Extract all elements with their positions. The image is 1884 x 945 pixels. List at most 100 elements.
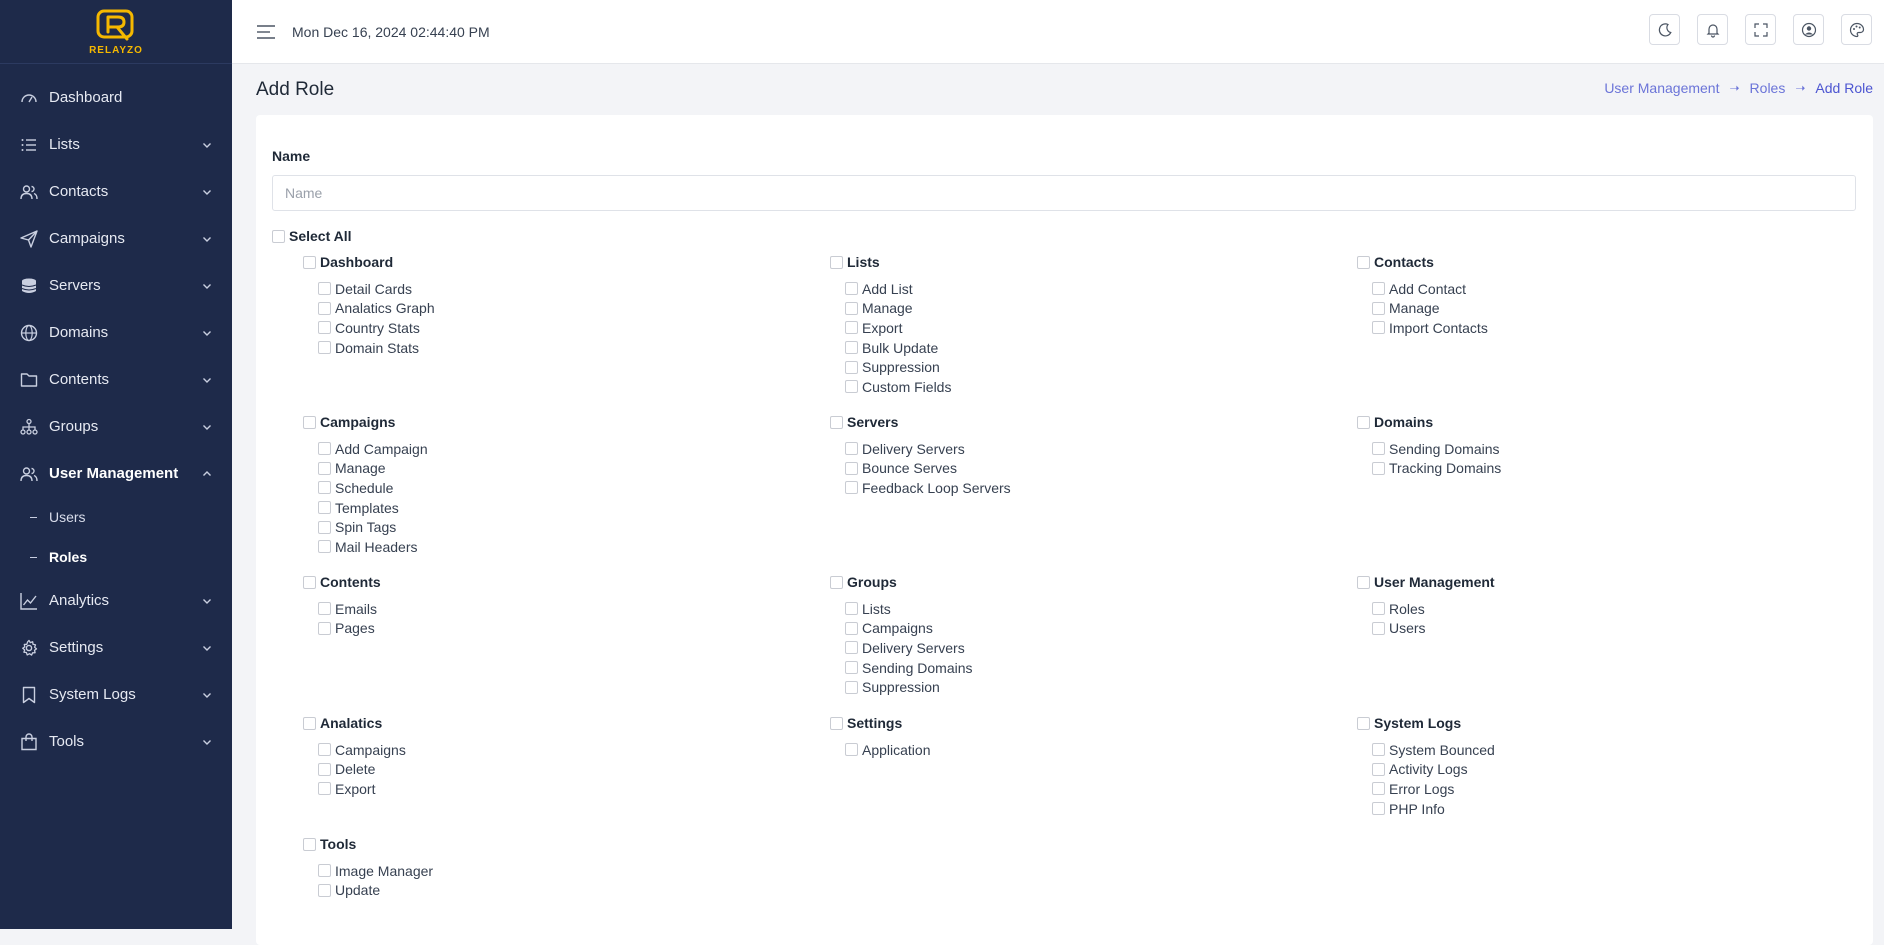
permission-item[interactable]: Image Manager xyxy=(318,861,773,881)
group-checkbox-domains[interactable] xyxy=(1357,415,1370,429)
permission-item[interactable]: Roles xyxy=(1372,599,1827,619)
permission-item[interactable]: Users xyxy=(1372,619,1827,639)
permission-checkbox[interactable] xyxy=(318,782,331,796)
permission-item[interactable]: Sending Domains xyxy=(1372,439,1827,459)
permission-item[interactable]: Country Stats xyxy=(318,318,773,338)
hamburger-menu-icon[interactable] xyxy=(257,24,275,39)
sidebar-item-domains[interactable]: Domains xyxy=(0,309,232,356)
permission-checkbox[interactable] xyxy=(318,621,331,635)
permission-group-header[interactable]: Campaigns xyxy=(303,412,773,432)
permission-group-header[interactable]: Tools xyxy=(303,834,773,854)
select-all[interactable]: Select All xyxy=(272,228,352,244)
permission-item[interactable]: Delivery Servers xyxy=(845,638,1300,658)
permission-checkbox[interactable] xyxy=(318,501,331,515)
select-all-checkbox[interactable] xyxy=(272,229,285,243)
permission-checkbox[interactable] xyxy=(318,321,331,335)
sidebar-item-servers[interactable]: Servers xyxy=(0,262,232,309)
permission-group-header[interactable]: Settings xyxy=(830,713,1300,733)
permission-checkbox[interactable] xyxy=(318,341,331,355)
permission-item[interactable]: Manage xyxy=(1372,299,1827,319)
group-checkbox-groups[interactable] xyxy=(830,575,843,589)
permission-checkbox[interactable] xyxy=(318,864,331,878)
permission-checkbox[interactable] xyxy=(318,442,331,456)
permission-item[interactable]: Templates xyxy=(318,498,773,518)
group-checkbox-contents[interactable] xyxy=(303,575,316,589)
sidebar-item-contents[interactable]: Contents xyxy=(0,356,232,403)
permission-group-header[interactable]: Domains xyxy=(1357,412,1827,432)
sidebar-item-analytics[interactable]: Analytics xyxy=(0,577,232,624)
permission-checkbox[interactable] xyxy=(1372,802,1385,816)
sidebar-item-user-management[interactable]: User Management xyxy=(0,450,232,497)
permission-checkbox[interactable] xyxy=(1372,442,1385,456)
permission-checkbox[interactable] xyxy=(845,621,858,635)
permission-checkbox[interactable] xyxy=(1372,743,1385,757)
permission-item[interactable]: Update xyxy=(318,881,773,901)
permission-item[interactable]: Delete xyxy=(318,760,773,780)
sidebar-item-contacts[interactable]: Contacts xyxy=(0,168,232,215)
permission-item[interactable]: Detail Cards xyxy=(318,279,773,299)
permission-item[interactable]: Export xyxy=(845,318,1300,338)
permission-checkbox[interactable] xyxy=(318,282,331,296)
group-checkbox-lists[interactable] xyxy=(830,255,843,269)
permission-item[interactable]: Lists xyxy=(845,599,1300,619)
permission-group-header[interactable]: Servers xyxy=(830,412,1300,432)
sidebar-subitem-users[interactable]: Users xyxy=(0,497,232,537)
permission-item[interactable]: Schedule xyxy=(318,478,773,498)
theme-customizer-button[interactable] xyxy=(1841,14,1872,45)
group-checkbox-system-logs[interactable] xyxy=(1357,716,1370,730)
permission-group-header[interactable]: User Management xyxy=(1357,572,1827,592)
permission-item[interactable]: Add Contact xyxy=(1372,279,1827,299)
dark-mode-button[interactable] xyxy=(1649,14,1680,45)
breadcrumb-user-management[interactable]: User Management xyxy=(1604,80,1719,96)
permission-item[interactable]: Custom Fields xyxy=(845,377,1300,397)
permission-checkbox[interactable] xyxy=(318,602,331,616)
permission-item[interactable]: Manage xyxy=(318,459,773,479)
permission-checkbox[interactable] xyxy=(318,301,331,315)
permission-item[interactable]: Campaigns xyxy=(845,619,1300,639)
sidebar-item-settings[interactable]: Settings xyxy=(0,624,232,671)
permission-checkbox[interactable] xyxy=(845,282,858,296)
group-checkbox-servers[interactable] xyxy=(830,415,843,429)
sidebar-item-dashboard[interactable]: Dashboard xyxy=(0,74,232,121)
permission-item[interactable]: System Bounced xyxy=(1372,740,1827,760)
permission-checkbox[interactable] xyxy=(318,883,331,897)
brand[interactable]: RELAYZO xyxy=(0,0,232,64)
permission-item[interactable]: Tracking Domains xyxy=(1372,459,1827,479)
sidebar-item-tools[interactable]: Tools xyxy=(0,718,232,765)
permission-item[interactable]: Pages xyxy=(318,619,773,639)
permission-checkbox[interactable] xyxy=(1372,282,1385,296)
permission-item[interactable]: Suppression xyxy=(845,677,1300,697)
sidebar-item-lists[interactable]: Lists xyxy=(0,121,232,168)
permission-item[interactable]: Export xyxy=(318,779,773,799)
permission-checkbox[interactable] xyxy=(318,520,331,534)
permission-item[interactable]: Error Logs xyxy=(1372,779,1827,799)
permission-checkbox[interactable] xyxy=(845,301,858,315)
permission-item[interactable]: Manage xyxy=(845,299,1300,319)
group-checkbox-user-management[interactable] xyxy=(1357,575,1370,589)
permission-checkbox[interactable] xyxy=(845,680,858,694)
permission-item[interactable]: Feedback Loop Servers xyxy=(845,478,1300,498)
permission-checkbox[interactable] xyxy=(1372,762,1385,776)
group-checkbox-tools[interactable] xyxy=(303,837,316,851)
permission-item[interactable]: Add Campaign xyxy=(318,439,773,459)
permission-item[interactable]: Mail Headers xyxy=(318,537,773,557)
permission-checkbox[interactable] xyxy=(318,461,331,475)
sidebar-item-system-logs[interactable]: System Logs xyxy=(0,671,232,718)
permission-item[interactable]: PHP Info xyxy=(1372,799,1827,819)
permission-checkbox[interactable] xyxy=(318,762,331,776)
permission-checkbox[interactable] xyxy=(845,321,858,335)
permission-group-header[interactable]: System Logs xyxy=(1357,713,1827,733)
sidebar-item-campaigns[interactable]: Campaigns xyxy=(0,215,232,262)
permission-item[interactable]: Bulk Update xyxy=(845,338,1300,358)
permission-checkbox[interactable] xyxy=(1372,301,1385,315)
permission-group-header[interactable]: Lists xyxy=(830,252,1300,272)
permission-checkbox[interactable] xyxy=(318,743,331,757)
permission-item[interactable]: Activity Logs xyxy=(1372,760,1827,780)
permission-checkbox[interactable] xyxy=(318,481,331,495)
permission-group-header[interactable]: Contacts xyxy=(1357,252,1827,272)
permission-item[interactable]: Emails xyxy=(318,599,773,619)
permission-checkbox[interactable] xyxy=(845,341,858,355)
permission-item[interactable]: Bounce Serves xyxy=(845,459,1300,479)
permission-checkbox[interactable] xyxy=(845,602,858,616)
permission-checkbox[interactable] xyxy=(845,461,858,475)
